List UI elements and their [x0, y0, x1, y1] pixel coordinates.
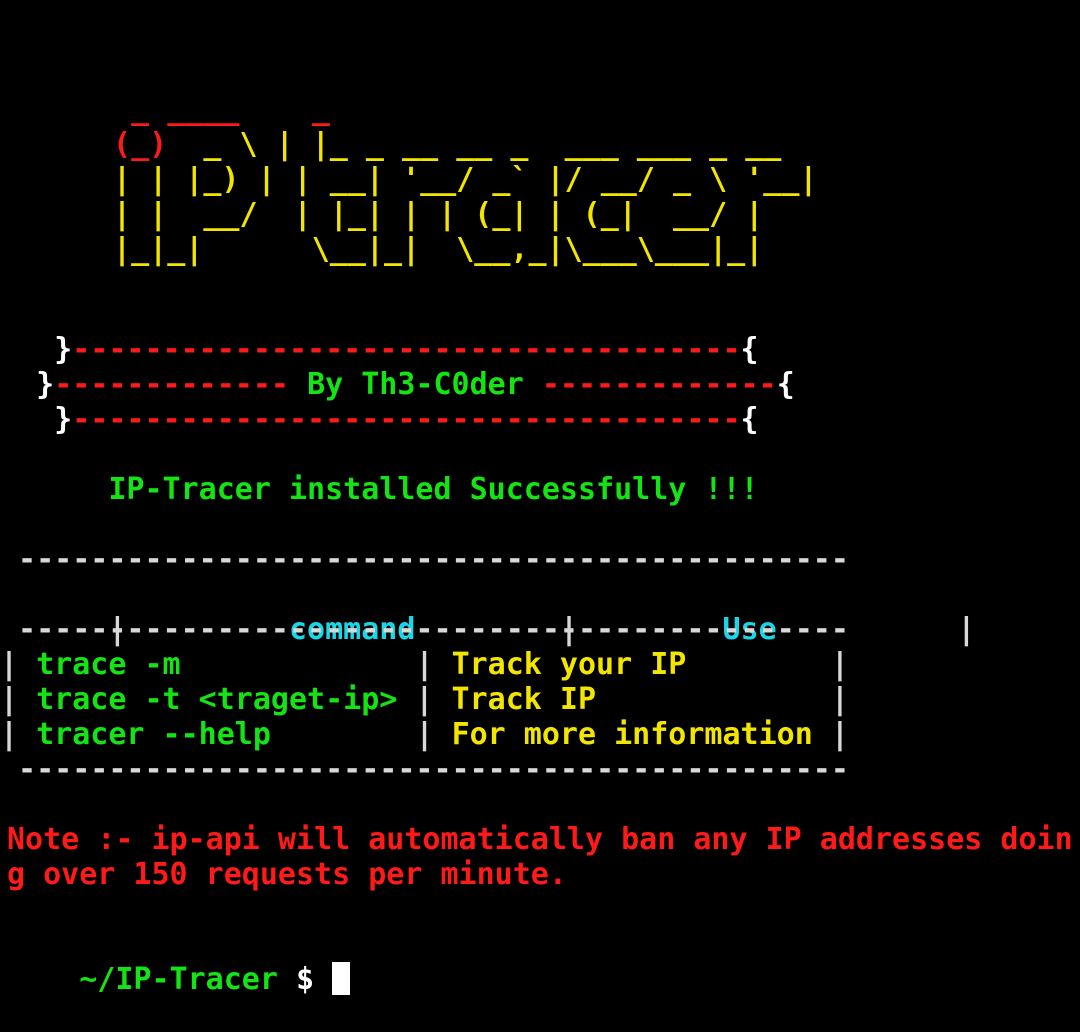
- prompt-path: ~/IP-Tracer: [79, 962, 278, 997]
- table-rule-top: ----------------------------------------…: [0, 542, 849, 577]
- table-row: | tracer --help | For more information |: [0, 717, 849, 752]
- text-cursor[interactable]: [332, 962, 351, 995]
- rate-limit-note-line2: g over 150 requests per minute.: [7, 857, 567, 892]
- text-segment: |_|_| \__|_| \__,_|\___\___|_|: [95, 232, 764, 267]
- ascii-logo-line: | | |_) | | __| '__/ _` |/ __/ _ \ '__|: [95, 162, 817, 197]
- text-segment: }: [0, 367, 55, 402]
- text-segment: {: [740, 332, 759, 367]
- text-segment: -------------------------------------: [72, 332, 741, 367]
- text-segment: }: [0, 402, 73, 437]
- use-track-your-ip: Track your IP: [451, 647, 687, 682]
- terminal-screen[interactable]: _ ____ _ (_) _ \ | |_ _ __ __ _ ___ ___ …: [0, 0, 1080, 1021]
- ascii-logo-line: |_|_| \__|_| \__,_|\___\___|_|: [95, 232, 763, 267]
- text-segment: -------------: [523, 367, 777, 402]
- text-segment: By Th3-C0der: [307, 367, 524, 402]
- ascii-logo-line: | | __/ | |_| | | (_| | (_| __/ |: [95, 197, 763, 232]
- install-success-message: IP-Tracer installed Successfully !!!: [0, 472, 759, 507]
- table-rule-mid: ----------------------------------------…: [0, 612, 849, 647]
- use-more-information: For more information: [451, 717, 813, 752]
- text-segment: (_): [95, 127, 168, 162]
- table-row: | trace -t <traget-ip> | Track IP |: [0, 682, 849, 717]
- command-tracer-help: tracer --help: [36, 717, 271, 752]
- text-segment: {: [776, 367, 795, 402]
- text-segment: _ ____ _: [95, 92, 330, 127]
- ascii-logo-line: _ ____ _: [95, 92, 330, 127]
- credit-banner-author: }------------- By Th3-C0der ------------…: [0, 367, 795, 402]
- command-trace-m: trace -m: [36, 647, 181, 682]
- credit-banner-top: }-------------------------------------{: [0, 332, 759, 367]
- credit-banner-bottom: }-------------------------------------{: [0, 402, 759, 437]
- rate-limit-note-line1: Note :- ip-api will automatically ban an…: [7, 822, 1073, 857]
- text-segment: _ \ | |_ _ __ __ _ ___ ___ _ __: [167, 127, 782, 162]
- table-header-row: | command | Use |: [108, 612, 976, 647]
- text-segment: {: [740, 402, 759, 437]
- text-segment: }: [0, 332, 73, 367]
- command-trace-t: trace -t <traget-ip>: [36, 682, 398, 717]
- shell-prompt[interactable]: ~/IP-Tracer $: [7, 927, 351, 997]
- prompt-symbol: $: [296, 962, 315, 997]
- table-rule-bottom: ----------------------------------------…: [0, 752, 849, 787]
- text-segment: -------------: [54, 367, 308, 402]
- use-track-ip: Track IP: [451, 682, 597, 717]
- text-segment: | | __/ | |_| | | (_| | (_| __/ |: [95, 197, 764, 232]
- text-segment: -------------------------------------: [72, 402, 741, 437]
- text-segment: | | |_) | | __| '__/ _` |/ __/ _ \ '__|: [95, 162, 818, 197]
- table-row: | trace -m | Track your IP |: [0, 647, 849, 682]
- ascii-logo-line: (_) _ \ | |_ _ __ __ _ ___ ___ _ __: [95, 127, 781, 162]
